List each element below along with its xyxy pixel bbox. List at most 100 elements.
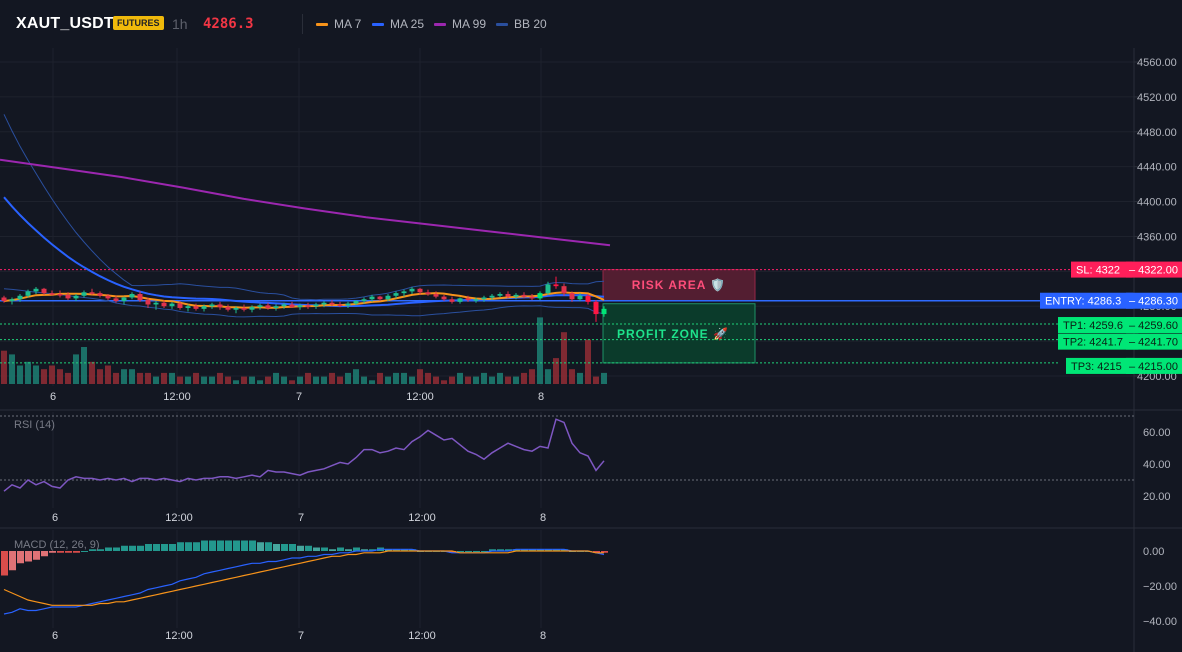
candle-body[interactable] [345, 303, 351, 306]
candle-body[interactable] [233, 307, 239, 310]
time-axis-label: 6 [52, 630, 58, 642]
candle-body[interactable] [105, 295, 111, 299]
candle-body[interactable] [457, 298, 463, 302]
candle-body[interactable] [473, 299, 479, 301]
candle-body[interactable] [153, 302, 159, 305]
candle-body[interactable] [409, 288, 415, 292]
candle-body[interactable] [65, 294, 71, 299]
macd-histogram-bar [145, 544, 152, 551]
candle-body[interactable] [489, 295, 495, 298]
time-axis-label: 8 [540, 512, 546, 524]
candle-body[interactable] [425, 292, 431, 295]
candle-body[interactable] [401, 291, 407, 294]
candle-body[interactable] [1, 297, 7, 301]
candle-body[interactable] [121, 297, 127, 301]
time-axis-label: 7 [296, 391, 302, 403]
candle-body[interactable] [17, 295, 23, 300]
candle-body[interactable] [57, 294, 63, 296]
trading-chart[interactable]: RISK AREA 🛡️PROFIT ZONE 🚀 RSI (14)60.004… [0, 0, 1182, 652]
candle-body[interactable] [585, 295, 591, 302]
candle-body[interactable] [113, 298, 119, 301]
candle-body[interactable] [281, 304, 287, 307]
tp3-tag-text: TP3: 4215 [1071, 361, 1122, 373]
candle-body[interactable] [169, 303, 175, 307]
time-axis-label: 6 [50, 391, 56, 403]
candle-body[interactable] [241, 307, 247, 310]
volume-bar [601, 372, 607, 384]
candle-body[interactable] [217, 304, 223, 308]
candle-body[interactable] [601, 308, 607, 315]
candle-body[interactable] [225, 307, 231, 310]
candle-body[interactable] [465, 298, 471, 301]
candle-body[interactable] [313, 304, 319, 307]
candle-body[interactable] [201, 306, 207, 309]
rsi-label: RSI (14) [14, 419, 55, 431]
candle-body[interactable] [361, 299, 367, 301]
candle-body[interactable] [441, 296, 447, 300]
candle-body[interactable] [505, 294, 511, 297]
macd-histogram-bar [137, 545, 144, 551]
candle-body[interactable] [161, 302, 167, 307]
candle-body[interactable] [593, 301, 599, 315]
candle-body[interactable] [81, 292, 87, 296]
candle-body[interactable] [497, 294, 503, 296]
candle-body[interactable] [33, 288, 39, 292]
candle-body[interactable] [449, 299, 455, 302]
macd-histogram-bar [201, 540, 208, 551]
candle-body[interactable] [321, 302, 327, 305]
candle-body[interactable] [513, 294, 519, 297]
volume-bar [113, 372, 119, 384]
volume-bar [433, 376, 439, 384]
candle-body[interactable] [89, 292, 95, 294]
candle-body[interactable] [393, 293, 399, 296]
time-axis-label: 12:00 [406, 391, 434, 403]
candle-body[interactable] [257, 305, 263, 308]
macd-histogram-bar [105, 547, 112, 551]
candle-body[interactable] [329, 302, 335, 305]
candle-body[interactable] [185, 306, 191, 308]
candle-body[interactable] [249, 307, 255, 310]
candle-body[interactable] [41, 288, 47, 294]
candle-body[interactable] [417, 288, 423, 293]
candle-body[interactable] [577, 295, 583, 300]
candle-body[interactable] [481, 297, 487, 300]
macd-histogram-bar [161, 544, 168, 551]
candle-body[interactable] [385, 295, 391, 300]
candle-body[interactable] [529, 296, 535, 299]
candle-body[interactable] [289, 304, 295, 308]
candle-body[interactable] [545, 284, 551, 294]
price-axis-label: 4480.00 [1137, 127, 1177, 139]
candle-body[interactable] [9, 299, 15, 301]
candle-body[interactable] [353, 300, 359, 304]
candle-body[interactable] [305, 305, 311, 307]
candle-body[interactable] [73, 295, 79, 299]
candle-body[interactable] [521, 294, 527, 297]
profit-zone-label: PROFIT ZONE 🚀 [617, 327, 729, 341]
macd-histogram-bar [193, 542, 200, 551]
macd-histogram-bar [289, 544, 296, 551]
macd-histogram-bar [281, 544, 288, 551]
candle-body[interactable] [569, 293, 575, 300]
candle-body[interactable] [369, 296, 375, 300]
candle-body[interactable] [137, 294, 143, 301]
candle-body[interactable] [337, 304, 343, 306]
candle-body[interactable] [297, 305, 303, 308]
candle-body[interactable] [177, 303, 183, 308]
candle-body[interactable] [377, 296, 383, 300]
rsi-panel[interactable]: RSI (14) 60.00 40.00 20.00 [0, 415, 1171, 503]
candle-body[interactable] [561, 286, 567, 294]
candle-body[interactable] [433, 294, 439, 297]
candle-body[interactable] [553, 284, 559, 287]
candle-body[interactable] [97, 293, 103, 296]
candle-body[interactable] [129, 294, 135, 298]
candle-body[interactable] [537, 293, 543, 299]
candle-body[interactable] [273, 306, 279, 308]
candle-body[interactable] [193, 306, 199, 309]
entry-price-text: – 4286.30 [1129, 296, 1178, 308]
volume-bar [401, 372, 407, 384]
candle-body[interactable] [265, 305, 271, 308]
candle-body[interactable] [25, 291, 31, 296]
candle-body[interactable] [209, 304, 215, 307]
candle-body[interactable] [49, 293, 55, 295]
candle-body[interactable] [145, 300, 151, 305]
